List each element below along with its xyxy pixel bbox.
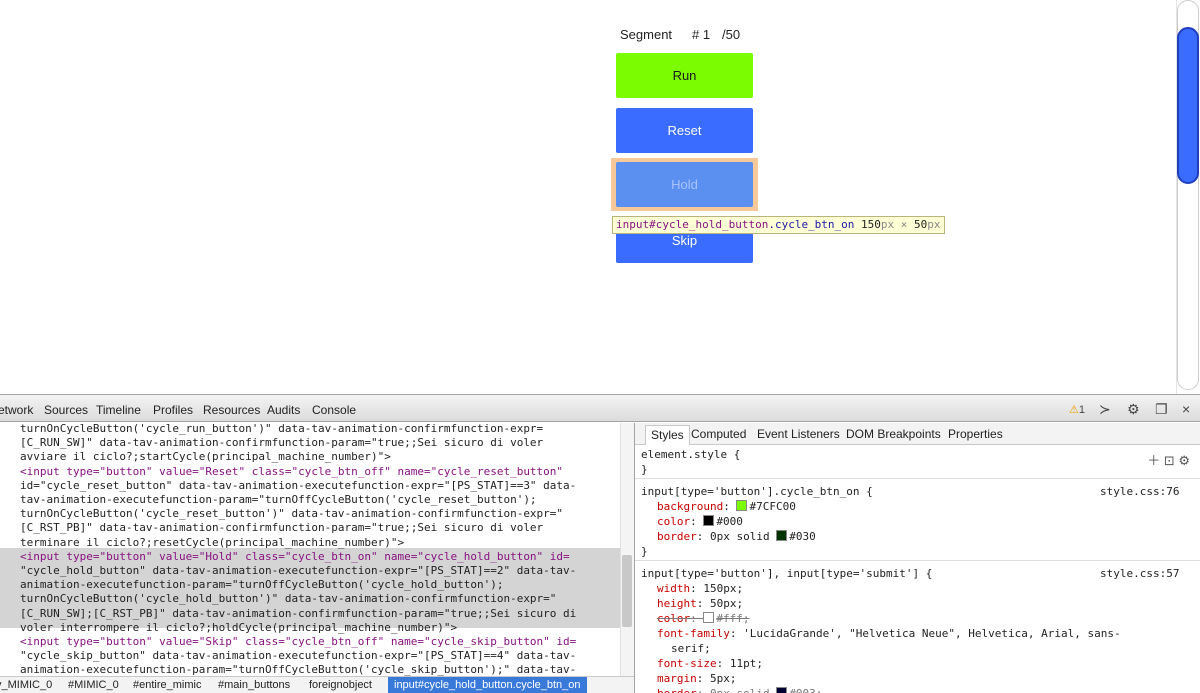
reset-button[interactable]: Reset [616, 108, 753, 153]
dom-tree-line[interactable]: tav-animation-executefunction-param="tur… [20, 493, 610, 507]
color-swatch[interactable] [736, 500, 748, 511]
rule-close: } [641, 545, 648, 558]
dom-tree-line[interactable]: [C_RUN_SW]" data-tav-animation-confirmfu… [20, 436, 610, 450]
rule-divider [635, 560, 1200, 561]
dom-tree-line[interactable]: "cycle_skip_button" data-tav-animation-e… [20, 649, 610, 663]
tab-sources[interactable]: Sources [44, 403, 88, 417]
elements-tree[interactable]: turnOnCycleButton('cycle_run_button')" d… [0, 423, 634, 676]
inspect-tooltip: input#cycle_hold_button.cycle_btn_on 150… [612, 216, 945, 234]
dom-tree-line[interactable]: turnOnCycleButton('cycle_run_button')" d… [20, 423, 610, 436]
devtools-panel: etwork Sources Timeline Profiles Resourc… [0, 394, 1200, 693]
page-scrollbar-thumb[interactable] [1177, 27, 1199, 184]
dom-tree-line[interactable]: avviare il ciclo?;startCycle(principal_m… [20, 450, 610, 464]
dom-tree-line[interactable]: [C_RUN_SW];[C_RST_PB]" data-tav-animatio… [20, 607, 610, 621]
close-icon[interactable]: × [1182, 401, 1190, 417]
hold-button[interactable]: Hold [616, 162, 753, 207]
css-property[interactable]: color: #fff; [657, 612, 750, 625]
css-property[interactable]: font-family: 'LucidaGrande', "Helvetica … [657, 627, 1121, 640]
rule-selector[interactable]: input[type='button'], input[type='submit… [641, 567, 932, 580]
breadcrumb-item[interactable]: #MIMIC_0 [68, 677, 119, 693]
tab-resources[interactable]: Resources [203, 403, 260, 417]
dom-tree-line[interactable]: <input type="button" value="Skip" class=… [20, 635, 610, 649]
breadcrumb-item[interactable]: #main_buttons [218, 677, 290, 693]
color-swatch[interactable] [776, 530, 788, 541]
css-property[interactable]: width: 150px; [657, 582, 743, 595]
css-property[interactable]: color: #000 [657, 515, 743, 528]
tab-network[interactable]: etwork [0, 403, 33, 417]
tab-properties[interactable]: Properties [948, 427, 1003, 441]
devtools-tabbar: etwork Sources Timeline Profiles Resourc… [0, 395, 1200, 422]
stylesheet-link[interactable]: style.css:57 [1100, 567, 1179, 580]
elements-scrollbar[interactable] [620, 423, 634, 676]
styles-sidebar: Styles Computed Event Listeners DOM Brea… [634, 423, 1200, 693]
new-style-rule-icon[interactable]: ＋ ⊡ ⚙ [1147, 450, 1190, 469]
color-swatch[interactable] [703, 515, 715, 526]
breadcrumb-item[interactable]: #entire_mimic [133, 677, 201, 693]
rule-close: } [641, 463, 648, 476]
warning-icon: ⚠ [1069, 404, 1079, 416]
element-style-rule[interactable]: element.style { [641, 448, 740, 461]
css-property[interactable]: margin: 5px; [657, 672, 737, 685]
dom-tree-line[interactable]: animation-executefunction-param="turnOff… [20, 663, 610, 676]
breadcrumb: v_MIMIC_0 #MIMIC_0 #entire_mimic #main_b… [0, 676, 634, 693]
gear-icon[interactable]: ⚙ [1127, 401, 1140, 418]
css-property[interactable]: serif; [671, 642, 711, 655]
dom-tree-line[interactable]: id="cycle_reset_button" data-tav-animati… [20, 479, 610, 493]
css-property[interactable]: background: #7CFC00 [657, 500, 796, 513]
breadcrumb-item[interactable]: v_MIMIC_0 [0, 677, 52, 693]
color-swatch[interactable] [776, 687, 788, 693]
tab-computed[interactable]: Computed [691, 427, 746, 441]
tab-styles[interactable]: Styles [645, 425, 690, 445]
segment-label: Segment [620, 27, 673, 42]
dom-tree-line[interactable]: [C_RST_PB]" data-tav-animation-confirmfu… [20, 521, 610, 535]
tab-profiles[interactable]: Profiles [153, 403, 193, 417]
css-property[interactable]: border: 0px solid #030 [657, 530, 816, 543]
css-property[interactable]: border: 0px solid #003; [657, 687, 822, 693]
breadcrumb-item[interactable]: foreignobject [309, 677, 372, 693]
console-drawer-icon[interactable]: ≻ [1099, 401, 1111, 418]
tab-dom-breakpoints[interactable]: DOM Breakpoints [846, 427, 941, 441]
breadcrumb-item-selected[interactable]: input#cycle_hold_button.cycle_btn_on [388, 677, 587, 693]
dom-tree-line[interactable]: "cycle_hold_button" data-tav-animation-e… [20, 564, 610, 578]
stylesheet-link[interactable]: style.css:76 [1100, 485, 1179, 498]
run-button[interactable]: Run [616, 53, 753, 98]
css-property[interactable]: height: 50px; [657, 597, 743, 610]
segment-total: /50 [722, 27, 741, 42]
tab-audits[interactable]: Audits [267, 403, 300, 417]
tab-console[interactable]: Console [312, 403, 356, 417]
dock-icon[interactable]: ❐ [1155, 401, 1168, 418]
dom-tree-line[interactable]: turnOnCycleButton('cycle_hold_button')" … [20, 592, 610, 606]
dom-tree-line[interactable]: voler interrompere il ciclo?;holdCycle(p… [20, 621, 610, 635]
rule-divider [635, 478, 1200, 479]
dom-tree-line[interactable]: terminare il ciclo?;resetCycle(principal… [20, 536, 610, 550]
dom-tree-line[interactable]: <input type="button" value="Reset" class… [20, 465, 610, 479]
page-viewport: Segment # 1 /50 Run Reset Hold Skip inpu… [0, 0, 1200, 394]
rule-selector[interactable]: input[type='button'].cycle_btn_on { [641, 485, 873, 498]
segment-number: # 1 [692, 27, 711, 42]
warning-counter[interactable]: ⚠1 [1069, 403, 1085, 416]
sidebar-tabbar: Styles Computed Event Listeners DOM Brea… [635, 423, 1200, 445]
color-swatch[interactable] [703, 612, 715, 623]
dom-tree-line[interactable]: turnOnCycleButton('cycle_reset_button')"… [20, 507, 610, 521]
tab-event-listeners[interactable]: Event Listeners [757, 427, 840, 441]
elements-scrollbar-thumb[interactable] [622, 555, 632, 627]
tab-timeline[interactable]: Timeline [96, 403, 141, 417]
css-property[interactable]: font-size: 11pt; [657, 657, 763, 670]
dom-tree-line[interactable]: animation-executefunction-param="turnOff… [20, 578, 610, 592]
dom-tree-line[interactable]: <input type="button" value="Hold" class=… [20, 550, 610, 564]
